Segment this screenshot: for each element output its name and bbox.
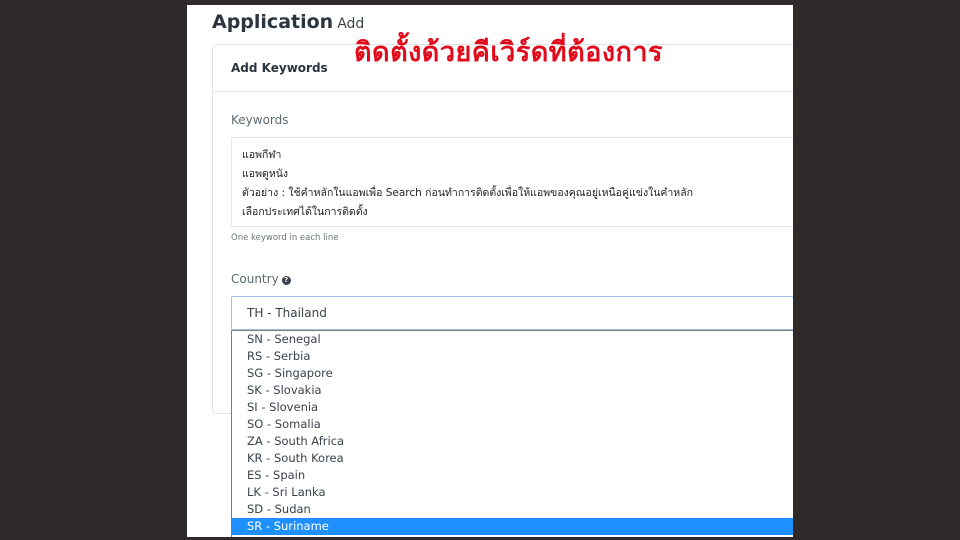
dropdown-option[interactable]: KR - South Korea — [232, 450, 793, 467]
overlay-caption: ติดตั้งด้วยคีเวิร์ดที่ต้องการ — [354, 37, 664, 68]
dropdown-option[interactable]: ZA - South Africa — [232, 433, 793, 450]
dropdown-option[interactable]: RS - Serbia — [232, 348, 793, 365]
dropdown-option[interactable]: LK - Sri Lanka — [232, 484, 793, 501]
dropdown-option[interactable]: SG - Singapore — [232, 365, 793, 382]
country-select[interactable]: TH - Thailand — [231, 296, 793, 330]
keywords-help-text: One keyword in each line — [231, 233, 339, 243]
keyword-line: ตัวอย่าง : ใช้คำหลักในแอพเพื่อ Search ก่… — [242, 187, 694, 199]
country-label: Country? — [231, 272, 291, 286]
dropdown-option[interactable]: SK - Slovakia — [232, 382, 793, 399]
dropdown-option[interactable]: ES - Spain — [232, 467, 793, 484]
keyword-line: เลือกประเทศได้ในการติดตั้ง — [242, 206, 368, 218]
dropdown-option[interactable]: SN - Senegal — [232, 331, 793, 348]
country-dropdown-list[interactable]: SN - Senegal RS - Serbia SG - Singapore … — [231, 330, 793, 537]
country-label-text: Country — [231, 272, 279, 286]
dropdown-option-highlighted[interactable]: SR - Suriname — [232, 518, 793, 535]
question-circle-icon[interactable]: ? — [281, 276, 291, 285]
keywords-label: Keywords — [231, 113, 289, 127]
keyword-line: แอพกีฬา — [242, 149, 282, 161]
dropdown-option[interactable]: SI - Slovenia — [232, 399, 793, 416]
dropdown-option[interactable]: SD - Sudan — [232, 501, 793, 518]
page-title: Application Add — [212, 11, 364, 33]
dropdown-option[interactable]: SO - Somalia — [232, 416, 793, 433]
app-screenshot: Application Add Add Keywords Keywords แอพ… — [187, 5, 793, 537]
keywords-textarea[interactable]: แอพกีฬา แอพดูหนัง ตัวอย่าง : ใช้คำหลักใน… — [231, 137, 793, 227]
keyword-line: แอพดูหนัง — [242, 168, 289, 180]
page-title-main: Application — [212, 11, 334, 33]
country-selected-value: TH - Thailand — [247, 306, 327, 320]
